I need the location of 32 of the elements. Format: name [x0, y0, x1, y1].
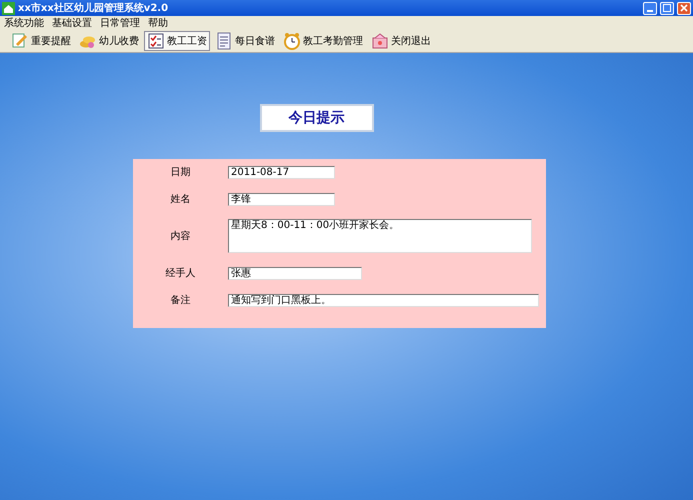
close-button[interactable] — [677, 2, 691, 14]
toolbar-button[interactable]: 每日食谱 — [212, 31, 278, 51]
menu-item[interactable]: 基础设置 — [52, 16, 92, 30]
menu-item[interactable]: 系统功能 — [4, 16, 44, 30]
field-label: 日期 — [170, 166, 192, 179]
input-field[interactable]: 通知写到门口黑板上。 — [228, 294, 539, 306]
alarm-clock-icon — [283, 32, 301, 50]
input-field[interactable]: 张惠 — [228, 266, 362, 280]
house-icon — [2, 2, 15, 14]
input-field[interactable]: 李锋 — [228, 192, 335, 206]
checklist-icon — [147, 32, 165, 50]
field-label: 姓名 — [170, 193, 192, 206]
document-icon — [215, 32, 233, 50]
field-label: 内容 — [170, 230, 192, 243]
window-title: xx市xx社区幼儿园管理系统v2.0 — [18, 1, 170, 15]
minimize-button[interactable] — [643, 2, 657, 14]
heading-label: 今日提示 — [260, 104, 374, 132]
toolbar-button[interactable]: 幼儿收费 — [76, 31, 142, 51]
menu-item[interactable]: 日常管理 — [100, 16, 140, 30]
field-label: 经手人 — [164, 266, 196, 280]
notepad-icon — [11, 32, 29, 50]
toolbar-button[interactable]: 教工考勤管理 — [280, 31, 366, 51]
toolbar-button[interactable]: 重要提醒 — [8, 31, 74, 51]
field-label: 备注 — [170, 294, 192, 307]
maximize-button[interactable] — [660, 2, 674, 14]
toolbar-button[interactable]: 关闭退出 — [368, 31, 434, 51]
toolbar-button[interactable]: 教工工资 — [144, 31, 210, 51]
input-field[interactable]: 2011-08-17 — [228, 166, 335, 178]
house-icon — [371, 32, 389, 50]
maximize-icon — [663, 4, 671, 12]
close-icon — [680, 4, 688, 12]
menu-item[interactable]: 帮助 — [148, 16, 168, 30]
